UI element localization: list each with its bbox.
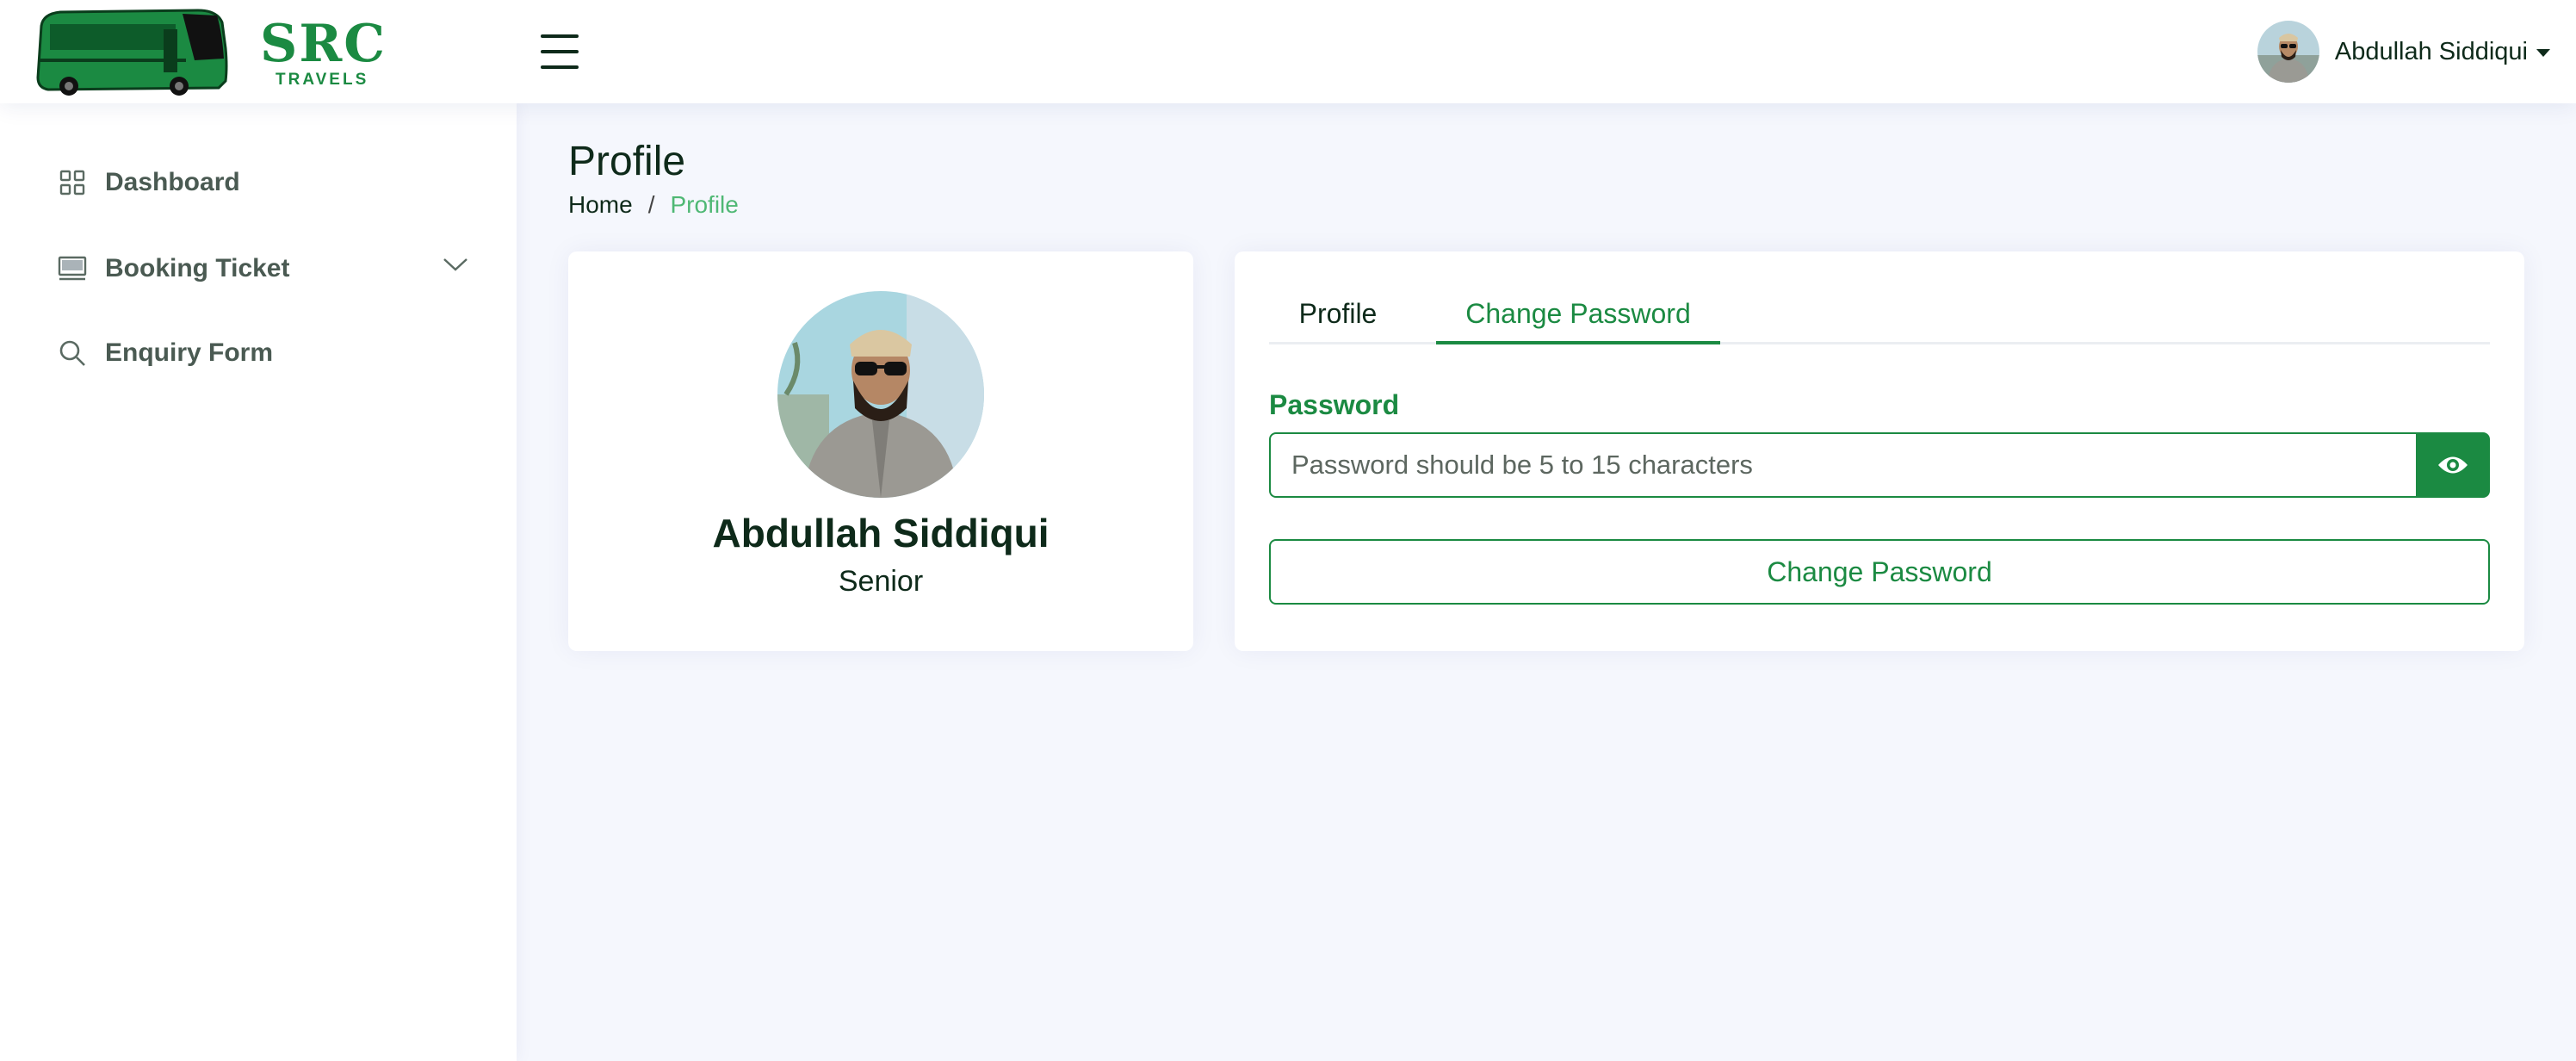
password-label: Password [1269, 389, 1400, 420]
breadcrumb-home[interactable]: Home [568, 191, 633, 219]
top-header: SRC TRAVELS Abdullah Siddiqui [0, 0, 2576, 103]
user-menu[interactable]: Abdullah Siddiqui [2257, 19, 2550, 84]
bus-icon [36, 9, 228, 96]
grid-icon [55, 165, 90, 200]
breadcrumb-current: Profile [670, 191, 739, 218]
sidebar-item-label: Enquiry Form [105, 338, 274, 367]
change-password-button[interactable]: Change Password [1269, 539, 2490, 605]
tab-profile[interactable]: Profile [1269, 288, 1407, 344]
eye-icon [2438, 456, 2468, 474]
profile-card: Abdullah Siddiqui Senior [568, 251, 1193, 651]
profile-role: Senior [838, 565, 924, 598]
sidebar-item-booking-ticket[interactable]: Booking Ticket [55, 243, 468, 295]
brand-tagline: TRAVELS [276, 71, 369, 89]
brand-name: SRC [260, 14, 387, 74]
breadcrumb: Home / Profile [568, 191, 739, 219]
caret-down-icon [2536, 48, 2550, 57]
sidebar: Dashboard Booking Ticket Enquiry Form [0, 103, 517, 1061]
hamburger-icon[interactable] [541, 34, 582, 69]
toggle-password-button[interactable] [2416, 432, 2490, 498]
tab-bar: Profile Change Password [1269, 288, 2490, 344]
password-input[interactable] [1269, 432, 2416, 498]
avatar [2257, 21, 2319, 83]
sidebar-item-dashboard[interactable]: Dashboard [55, 157, 468, 208]
brand-logo[interactable]: SRC TRAVELS [34, 5, 385, 98]
sidebar-item-enquiry-form[interactable]: Enquiry Form [55, 327, 468, 379]
avatar [777, 291, 984, 498]
sidebar-item-label: Booking Ticket [105, 254, 290, 282]
monitor-icon [55, 251, 90, 286]
profile-name: Abdullah Siddiqui [712, 511, 1050, 555]
settings-card: Profile Change Password Password Change … [1235, 251, 2524, 651]
chevron-down-icon[interactable] [443, 257, 468, 276]
page-title: Profile [568, 139, 686, 184]
breadcrumb-separator: / [647, 191, 655, 218]
search-icon [55, 336, 90, 370]
tab-change-password[interactable]: Change Password [1436, 288, 1720, 344]
sidebar-item-label: Dashboard [105, 168, 240, 196]
user-name: Abdullah Siddiqui [2334, 37, 2528, 65]
